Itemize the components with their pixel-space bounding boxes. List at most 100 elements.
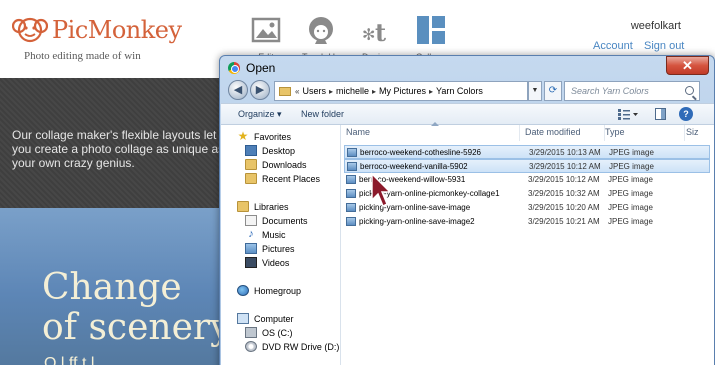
close-button[interactable]: ✕ xyxy=(666,56,709,75)
navigation-pane[interactable]: ★ Favorites Desktop Downloads Recent Pla… xyxy=(221,125,341,365)
breadcrumb-users[interactable]: Users xyxy=(302,86,326,96)
breadcrumb-my-pictures[interactable]: My Pictures xyxy=(379,86,426,96)
picmonkey-logo[interactable]: PicMonkey xyxy=(12,14,182,46)
nav-pictures[interactable]: Pictures xyxy=(245,243,295,254)
open-dialog: Open ✕ ◀ ▶ « Users ▸ michelle ▸ My Pictu… xyxy=(219,55,715,365)
nav-videos[interactable]: Videos xyxy=(245,257,289,268)
help-icon[interactable]: ? xyxy=(679,107,693,121)
screen: PicMonkey Photo editing made of win Edit… xyxy=(0,0,715,365)
file-name: berroco-weekend-cothesline-5926 xyxy=(360,148,481,157)
file-type: JPEG image xyxy=(608,175,653,184)
column-header-type[interactable]: Type xyxy=(605,125,685,141)
breadcrumb-separator-icon: ▸ xyxy=(429,86,434,96)
breadcrumb-separator-icon: ▸ xyxy=(372,86,377,96)
nav-label: Music xyxy=(262,229,286,240)
file-type: JPEG image xyxy=(608,203,653,212)
nav-libraries[interactable]: Libraries xyxy=(237,201,289,212)
nav-label: Videos xyxy=(262,257,290,268)
preview-pane-icon[interactable] xyxy=(655,108,666,120)
back-button[interactable]: ◀ xyxy=(228,80,248,100)
star-icon: ★ xyxy=(237,129,249,143)
dialog-title: Open xyxy=(246,61,276,75)
file-name: picking-yarn-online-save-image2 xyxy=(359,217,475,226)
jpeg-file-icon xyxy=(346,217,356,226)
nav-recent-places[interactable]: Recent Places xyxy=(245,173,320,184)
image-icon xyxy=(251,17,281,43)
nav-desktop[interactable]: Desktop xyxy=(245,145,295,156)
logo-text: PicMonkey xyxy=(52,16,182,44)
address-bar[interactable]: « Users ▸ michelle ▸ My Pictures ▸ Yarn … xyxy=(274,81,528,101)
forward-button[interactable]: ▶ xyxy=(250,80,270,100)
dialog-titlebar[interactable]: Open xyxy=(228,61,275,75)
nav-label: Libraries xyxy=(254,201,289,212)
sign-out-link[interactable]: Sign out xyxy=(644,40,684,52)
address-dropdown-button[interactable]: ▼ xyxy=(528,81,542,101)
jpeg-file-icon xyxy=(346,203,356,212)
recent-places-icon xyxy=(245,173,257,184)
file-date: 3/29/2015 10:32 AM xyxy=(528,189,600,198)
account-link[interactable]: Account xyxy=(593,40,633,52)
libraries-icon xyxy=(237,201,249,212)
folder-icon xyxy=(279,86,291,96)
file-type: JPEG image xyxy=(609,162,654,171)
search-icon xyxy=(685,86,694,95)
documents-icon xyxy=(245,215,257,226)
nav-documents[interactable]: Documents xyxy=(245,215,308,226)
nav-dvd-drive[interactable]: DVD RW Drive (D:) H xyxy=(245,341,340,352)
homegroup-icon xyxy=(237,285,249,296)
nav-label: Recent Places xyxy=(262,173,321,184)
videos-icon xyxy=(245,257,257,268)
breadcrumb-overflow[interactable]: « xyxy=(295,87,299,96)
file-row[interactable]: picking-yarn-online-picmonkey-collage1 3… xyxy=(344,187,710,201)
nav-label: Favorites xyxy=(254,131,292,142)
username: weefolkart xyxy=(630,20,681,32)
search-input[interactable]: Search Yarn Colors xyxy=(564,81,700,101)
nav-music[interactable]: ♪ Music xyxy=(245,228,286,240)
file-row[interactable]: berroco-weekend-vanilla-5902 3/29/2015 1… xyxy=(344,159,710,173)
file-row[interactable]: picking-yarn-online-save-image 3/29/2015… xyxy=(344,201,710,215)
nav-label: Computer xyxy=(254,313,294,324)
file-date: 3/29/2015 10:13 AM xyxy=(529,148,601,157)
file-row[interactable]: picking-yarn-online-save-image2 3/29/201… xyxy=(344,215,710,229)
design-icon: ✻ t xyxy=(362,18,386,46)
breadcrumb-michelle[interactable]: michelle xyxy=(336,86,369,96)
column-header-size[interactable]: Siz xyxy=(686,125,706,141)
desktop-icon xyxy=(245,145,257,156)
file-row[interactable]: berroco-weekend-cothesline-5926 3/29/201… xyxy=(344,145,710,159)
dialog-content: ★ Favorites Desktop Downloads Recent Pla… xyxy=(221,122,714,365)
nav-favorites[interactable]: ★ Favorites xyxy=(237,129,292,143)
monkey-logo-icon xyxy=(12,17,48,43)
refresh-icon[interactable]: ⟳ xyxy=(544,81,562,101)
nav-homegroup[interactable]: Homegroup xyxy=(237,285,301,296)
jpeg-file-icon xyxy=(347,162,357,171)
tagline: Photo editing made of win xyxy=(24,50,141,62)
nav-os-drive[interactable]: OS (C:) xyxy=(245,327,293,338)
nav-label: Documents xyxy=(262,215,308,226)
sort-arrow-icon xyxy=(431,122,439,126)
dvd-icon xyxy=(245,341,257,352)
hero-subtext: O l ff t l xyxy=(44,355,95,365)
jpeg-file-icon xyxy=(346,189,356,198)
nav-downloads[interactable]: Downloads xyxy=(245,159,307,170)
promo-text: Our collage maker's flexible layouts let… xyxy=(12,128,225,170)
music-icon: ♪ xyxy=(248,228,254,240)
view-options-icon[interactable] xyxy=(617,108,639,121)
column-header-date[interactable]: Date modified xyxy=(525,125,605,141)
file-row[interactable]: berroco-weekend-willow-5931 3/29/2015 10… xyxy=(344,173,710,187)
breadcrumb-yarn-colors[interactable]: Yarn Colors xyxy=(436,86,483,96)
file-name: berroco-weekend-vanilla-5902 xyxy=(360,162,468,171)
nav-computer[interactable]: Computer xyxy=(237,313,294,324)
new-folder-button[interactable]: New folder xyxy=(301,109,344,119)
organize-button[interactable]: Organize ▾ xyxy=(238,109,282,120)
column-header-label: Name xyxy=(346,127,371,137)
hero-title-line1: Change xyxy=(42,267,182,308)
hero-title: Change of scenery xyxy=(42,268,230,348)
file-type: JPEG image xyxy=(608,189,653,198)
file-list[interactable]: Name Date modified Type Siz berroco-week… xyxy=(342,122,714,365)
nav-label: OS (C:) xyxy=(262,327,293,338)
nav-label: Downloads xyxy=(262,159,307,170)
nav-label: Desktop xyxy=(262,145,296,156)
file-type: JPEG image xyxy=(609,148,654,157)
file-date: 3/29/2015 10:12 AM xyxy=(528,175,600,184)
column-header-name[interactable]: Name xyxy=(346,122,520,141)
